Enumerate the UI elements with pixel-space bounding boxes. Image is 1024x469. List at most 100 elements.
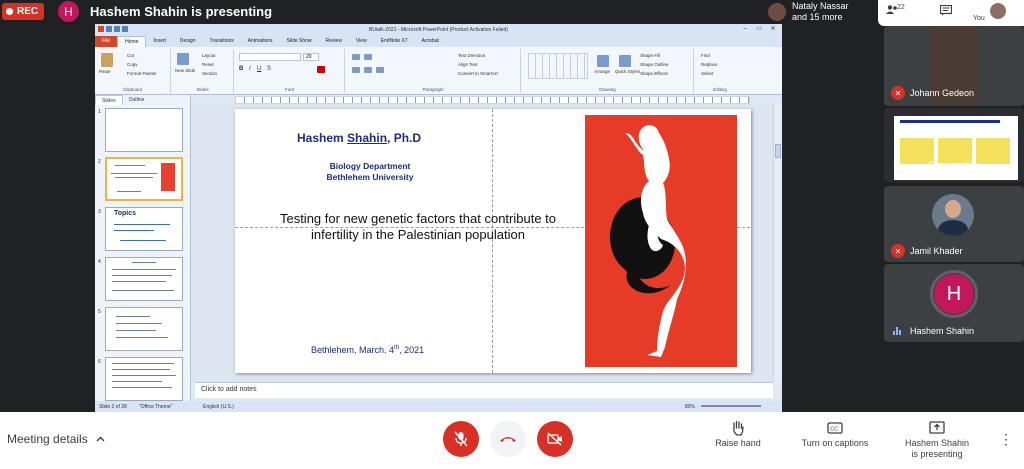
tab-slide-show[interactable]: Slide Show bbox=[280, 36, 319, 47]
current-slide[interactable]: Hashem Shahin, Ph.D Biology Department B… bbox=[235, 109, 751, 373]
raise-hand-button[interactable]: Raise hand bbox=[706, 420, 770, 449]
undo-icon[interactable] bbox=[114, 26, 120, 32]
mini-line bbox=[112, 290, 174, 291]
tab-insert[interactable]: Insert bbox=[146, 36, 173, 47]
replace-button[interactable]: Replace bbox=[701, 62, 718, 67]
slide-vertical-scrollbar[interactable] bbox=[773, 104, 782, 382]
new-slide-button[interactable]: New Slide bbox=[175, 68, 195, 73]
maximize-icon[interactable]: ▭ bbox=[752, 24, 766, 34]
font-name-select[interactable] bbox=[239, 53, 301, 61]
align-right-icon[interactable] bbox=[376, 67, 384, 73]
find-button[interactable]: Find bbox=[701, 53, 710, 58]
captions-button[interactable]: CC Turn on captions bbox=[797, 420, 873, 449]
tab-file[interactable]: File bbox=[95, 36, 118, 47]
reset-button[interactable]: Reset bbox=[202, 62, 214, 67]
more-options-icon[interactable]: ⋮ bbox=[999, 431, 1013, 448]
select-button[interactable]: Select bbox=[701, 71, 714, 76]
tab-transitions[interactable]: Transitions bbox=[203, 36, 241, 47]
section-button[interactable]: Section bbox=[202, 71, 217, 76]
pane-tabs: Slides Outline bbox=[95, 95, 190, 105]
paste-icon[interactable] bbox=[101, 53, 113, 67]
zoom-slider[interactable] bbox=[701, 405, 761, 407]
present-screen-icon bbox=[929, 421, 945, 434]
arrange-icon[interactable] bbox=[597, 55, 609, 67]
redo-icon[interactable] bbox=[122, 26, 128, 32]
camera-toggle-button[interactable] bbox=[537, 421, 573, 457]
quick-styles-button[interactable]: Quick Styles bbox=[615, 69, 640, 74]
numbering-icon[interactable] bbox=[364, 54, 372, 60]
arrange-button[interactable]: Arrange bbox=[594, 69, 610, 74]
save-icon[interactable] bbox=[106, 26, 112, 32]
quick-styles-icon[interactable] bbox=[619, 55, 631, 67]
slide-canvas: Hashem Shahin, Ph.D Biology Department B… bbox=[191, 104, 773, 382]
slide-title[interactable]: Testing for new genetic factors that con… bbox=[253, 211, 583, 243]
editing-group: Find Replace Select Editing bbox=[695, 49, 745, 93]
top-participant-line1: Nataly Nassar bbox=[792, 1, 849, 11]
shape-effects-button[interactable]: Shape Effects bbox=[640, 71, 668, 76]
shadow-icon[interactable]: S bbox=[267, 66, 271, 72]
microphone-toggle-button[interactable] bbox=[443, 421, 479, 457]
tab-home[interactable]: Home bbox=[117, 36, 147, 47]
align-text-button[interactable]: Align Text bbox=[458, 62, 477, 67]
new-slide-icon[interactable] bbox=[177, 53, 189, 65]
align-center-icon[interactable] bbox=[364, 67, 372, 73]
meeting-details-button[interactable]: Meeting details bbox=[7, 432, 105, 446]
top-participant-tile[interactable]: Nataly Nassar and 15 more bbox=[768, 0, 876, 24]
minimize-icon[interactable]: – bbox=[738, 24, 752, 34]
shape-outline-button[interactable]: Shape Outline bbox=[640, 62, 669, 67]
tab-review[interactable]: Review bbox=[319, 36, 349, 47]
convert-smartart-button[interactable]: Convert to SmartArt bbox=[458, 71, 498, 76]
paste-button[interactable]: Paste bbox=[99, 69, 111, 74]
leave-call-button[interactable] bbox=[490, 421, 526, 457]
shape-fill-button[interactable]: Shape Fill bbox=[640, 53, 660, 58]
tab-endnote[interactable]: EndNote X7 bbox=[374, 36, 415, 47]
slide-author[interactable]: Hashem Shahin, Ph.D bbox=[297, 131, 421, 145]
tab-acrobat[interactable]: Acrobat bbox=[415, 36, 446, 47]
editing-label: Editing bbox=[713, 87, 727, 92]
slide-thumbnail-6[interactable] bbox=[105, 357, 183, 401]
font-color-icon[interactable] bbox=[317, 66, 325, 73]
you-avatar[interactable] bbox=[990, 3, 1006, 19]
participant-tile-johann[interactable]: ✕ Johann Gedeon bbox=[884, 26, 1024, 106]
tab-outline-pane[interactable]: Outline bbox=[123, 95, 151, 105]
slide-thumbnail-5[interactable] bbox=[105, 307, 183, 351]
scrollbar-thumb[interactable] bbox=[775, 144, 781, 158]
shapes-gallery[interactable] bbox=[528, 53, 588, 79]
slide-date[interactable]: Bethlehem, March. 4th, 2021 bbox=[311, 345, 424, 355]
tab-view[interactable]: View bbox=[349, 36, 374, 47]
cut-button[interactable]: Cut bbox=[127, 53, 134, 58]
text-direction-button[interactable]: Text Direction bbox=[458, 53, 485, 58]
notes-pane[interactable]: Click to add notes bbox=[195, 382, 773, 398]
underline-icon[interactable]: U bbox=[257, 66, 261, 72]
presenting-status-button[interactable]: Hashem Shahin is presenting bbox=[897, 420, 977, 460]
slide-thumbnail-2[interactable] bbox=[105, 157, 183, 201]
layout-button[interactable]: Layout bbox=[202, 53, 216, 58]
participant-tile-jamil[interactable]: ✕ Jamil Khader bbox=[884, 186, 1024, 262]
bold-icon[interactable]: B bbox=[239, 66, 243, 72]
close-icon[interactable]: ✕ bbox=[766, 24, 780, 34]
mini-line bbox=[116, 337, 168, 338]
mini-line bbox=[112, 363, 174, 364]
copy-button[interactable]: Copy bbox=[127, 62, 138, 67]
participant-tile-hashem[interactable]: H Hashem Shahin bbox=[884, 264, 1024, 342]
pregnant-silhouette-artwork[interactable] bbox=[585, 115, 737, 367]
format-painter-button[interactable]: Format Painter bbox=[127, 71, 157, 76]
slide-thumbnail-3[interactable]: Topics bbox=[105, 207, 183, 251]
slide-university[interactable]: Bethlehem University bbox=[235, 172, 505, 182]
tab-design[interactable]: Design bbox=[173, 36, 203, 47]
participants-button[interactable]: 22 bbox=[886, 4, 905, 18]
font-size-select[interactable]: 20 bbox=[303, 53, 319, 61]
bullets-icon[interactable] bbox=[352, 54, 360, 60]
zoom-level[interactable]: 80% bbox=[685, 404, 695, 410]
tab-slides-pane[interactable]: Slides bbox=[95, 95, 123, 105]
participant-tile-presentation[interactable]: Presentation (Jamil Khader) bbox=[884, 108, 1024, 182]
slide-thumbnail-1[interactable] bbox=[105, 108, 183, 152]
align-left-icon[interactable] bbox=[352, 67, 360, 73]
language-status[interactable]: English (U.S.) bbox=[203, 404, 234, 410]
author-last-name: Shahin bbox=[347, 131, 388, 145]
chat-button[interactable] bbox=[939, 4, 953, 18]
slide-thumbnail-4[interactable] bbox=[105, 257, 183, 301]
tab-animations[interactable]: Animations bbox=[241, 36, 280, 47]
slide-department[interactable]: Biology Department bbox=[235, 161, 505, 171]
italic-icon[interactable]: I bbox=[249, 66, 251, 72]
